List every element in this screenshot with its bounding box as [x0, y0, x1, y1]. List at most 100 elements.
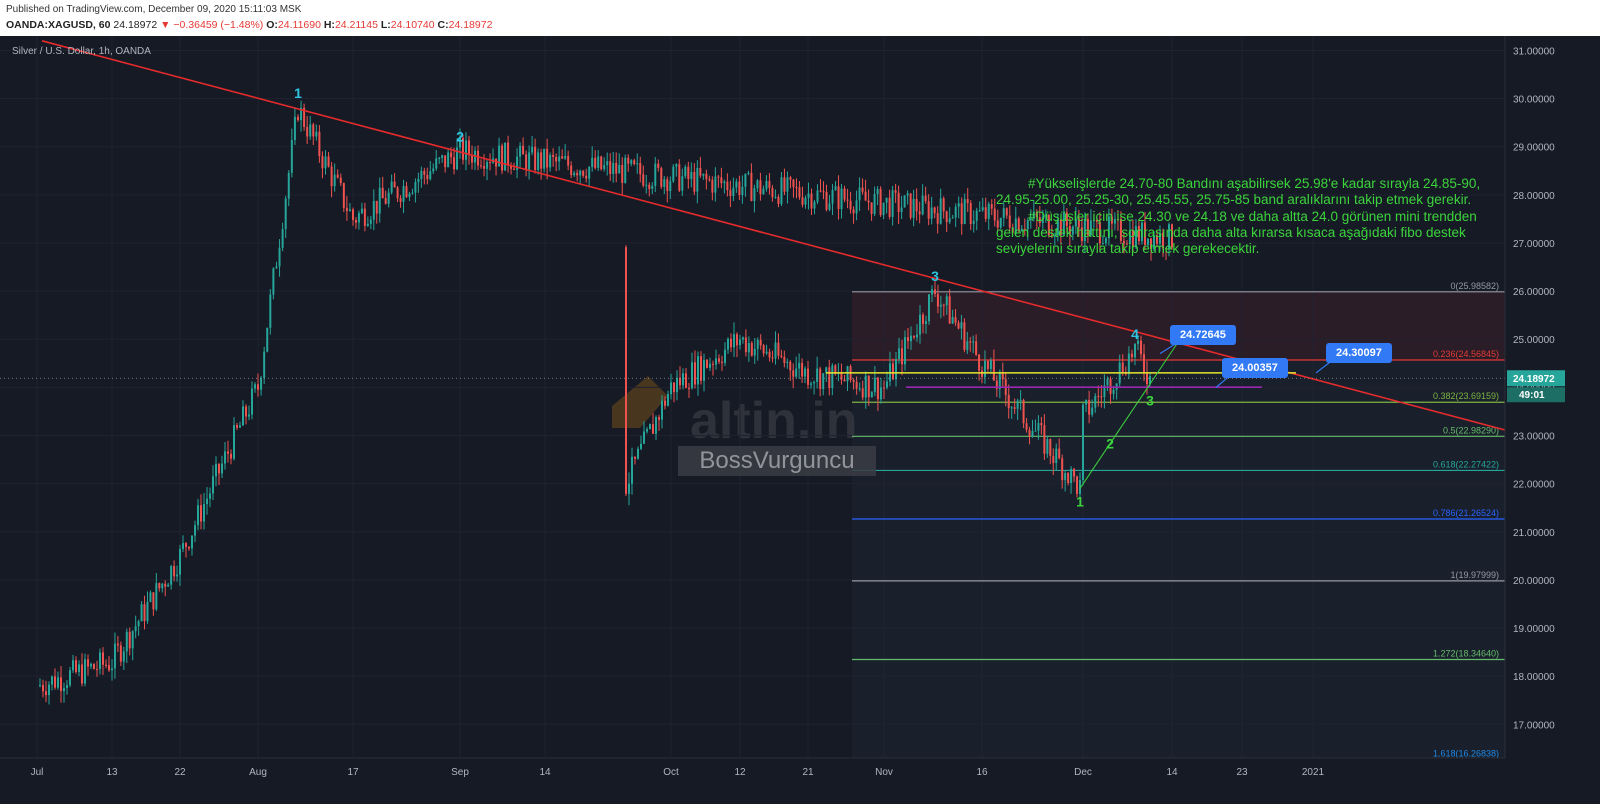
candle-body	[1031, 431, 1034, 437]
candle-body	[573, 172, 576, 176]
candle-body	[981, 370, 983, 377]
candle-body	[759, 339, 762, 346]
candle-body	[691, 362, 693, 389]
last-price: 24.18972	[113, 19, 158, 31]
candle-body	[702, 173, 705, 176]
chart-area[interactable]: altin.in 0(25.98582) 0.236(24.56845) 0.382…	[0, 36, 1600, 804]
price-tag-1[interactable]: 24.72645	[1170, 325, 1236, 345]
time-axis	[0, 758, 1600, 804]
candle-body	[666, 179, 669, 192]
candle-body	[795, 368, 798, 377]
candle-body	[951, 217, 954, 219]
price-tag-2[interactable]: 24.00357	[1222, 358, 1288, 378]
candle-body	[990, 204, 993, 209]
candle-body	[670, 382, 672, 395]
candle-body	[690, 172, 693, 180]
candle-body	[558, 156, 561, 162]
candle-body	[435, 158, 438, 169]
candle-body	[1046, 439, 1049, 454]
price-tick: 20.00000	[1513, 576, 1555, 587]
candle-body	[828, 367, 831, 388]
candle-body	[819, 368, 822, 389]
candle-body	[465, 140, 468, 160]
candle-body	[1070, 468, 1073, 484]
candle-body	[501, 145, 504, 171]
candle-body	[363, 208, 366, 226]
candle-body	[45, 691, 47, 696]
candle-body	[627, 157, 630, 164]
candle-body	[119, 645, 122, 662]
candle-body	[612, 162, 615, 174]
candle-body	[831, 365, 834, 388]
candle-body	[834, 186, 837, 191]
down-arrow-icon: ▼	[160, 19, 171, 31]
candle-body	[1025, 423, 1028, 430]
candle-body	[931, 289, 933, 295]
candle-body	[513, 168, 516, 170]
candle-body	[408, 193, 411, 198]
open-value: 24.11690	[277, 19, 321, 31]
time-tick: 14	[1166, 767, 1178, 778]
candle-body	[972, 220, 975, 224]
candle-body	[910, 335, 912, 342]
candle-body	[729, 190, 732, 196]
candle-body	[975, 210, 978, 221]
candle-body	[1058, 448, 1061, 459]
candle-body	[867, 200, 870, 203]
time-tick: 21	[802, 767, 814, 778]
candle-body	[816, 368, 819, 382]
candle-body	[703, 359, 705, 381]
price-chart[interactable]: altin.in 0(25.98582) 0.236(24.56845) 0.382…	[0, 36, 1600, 804]
candle-body	[637, 448, 639, 459]
candle-body	[675, 164, 678, 167]
candle-body	[1055, 448, 1058, 464]
candle-body	[137, 621, 140, 627]
candle-body	[879, 387, 882, 400]
candle-body	[736, 334, 738, 346]
candle-body	[810, 383, 813, 385]
candle-body	[606, 161, 609, 166]
candle-body	[646, 429, 648, 432]
candle-body	[1146, 372, 1148, 385]
candle-body	[625, 247, 627, 494]
candle-body	[1076, 476, 1079, 494]
candle-body	[786, 177, 789, 192]
candle-body	[948, 296, 951, 324]
candle-body	[936, 294, 939, 307]
candle-body	[194, 525, 196, 536]
candle-body	[843, 188, 846, 200]
wave-label: 1	[1076, 493, 1084, 509]
candle-body	[780, 355, 783, 357]
candle-body	[711, 179, 714, 193]
candle-body	[540, 152, 543, 169]
candle-body	[873, 377, 876, 393]
candle-body	[732, 187, 735, 196]
candle-body	[744, 173, 747, 187]
candle-body	[1061, 458, 1064, 481]
time-tick: 22	[174, 767, 186, 778]
candle-body	[634, 456, 636, 459]
candle-body	[895, 358, 897, 380]
time-tick: 14	[539, 767, 551, 778]
candle-body	[667, 394, 669, 406]
candle-body	[792, 179, 795, 188]
candle-body	[765, 181, 768, 189]
low-label: L:	[380, 19, 391, 31]
candle-body	[651, 185, 654, 189]
candle-body	[904, 337, 906, 365]
candle-body	[158, 583, 161, 589]
candle-body	[798, 362, 801, 369]
candle-body	[721, 361, 723, 363]
candle-body	[57, 677, 59, 688]
price-tag-3[interactable]: 24.30097	[1326, 343, 1392, 363]
candle-body	[396, 187, 399, 199]
candle-body	[780, 177, 783, 204]
candle-body	[921, 195, 924, 215]
candle-body	[444, 155, 447, 168]
candle-body	[149, 592, 152, 602]
symbol: OANDA:XAGUSD, 60	[6, 19, 111, 31]
candle-body	[882, 202, 885, 216]
candle-body	[867, 375, 870, 398]
candle-body	[774, 196, 777, 198]
candle-body	[173, 566, 176, 577]
